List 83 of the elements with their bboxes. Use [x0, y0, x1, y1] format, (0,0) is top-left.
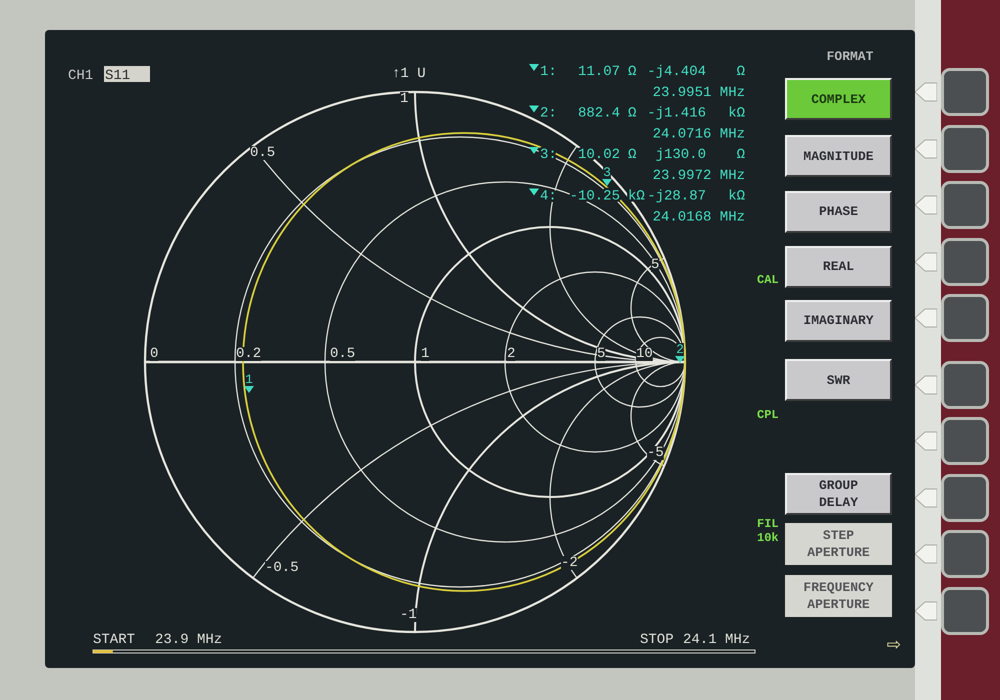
start-label: START	[93, 632, 136, 648]
marker-imag-value: -j1.416	[647, 106, 706, 122]
hardware-key[interactable]	[941, 586, 989, 634]
hardware-key[interactable]	[941, 124, 989, 172]
key-pointer-icon	[915, 486, 937, 508]
marker-unit: kΩ	[628, 188, 645, 204]
marker-real-value: 882.4	[578, 106, 620, 122]
marker-frequency: 23.9972 MHz	[652, 168, 745, 184]
axis-label: 0	[150, 346, 158, 362]
softkey[interactable]: IMAGINARY	[785, 300, 892, 342]
marker-triangle-icon	[529, 64, 539, 71]
marker-label: 2	[676, 342, 684, 357]
scale-label: ↑1 U	[392, 66, 426, 82]
hardware-key[interactable]	[941, 181, 989, 229]
stop-frequency: 24.1 MHz	[683, 632, 750, 648]
marker-number: 2:	[540, 106, 557, 122]
marker-frequency: 24.0168 MHz	[652, 210, 745, 226]
marker-imag-value: -j28.87	[647, 188, 706, 204]
axis-label: -5	[647, 445, 664, 461]
marker-triangle-icon	[602, 179, 612, 186]
axis-label: 1	[421, 346, 430, 362]
marker-label: 3	[603, 165, 611, 180]
axis-label: 5	[597, 346, 606, 362]
marker-triangle-icon	[529, 188, 539, 196]
stop-label: STOP	[640, 632, 674, 648]
marker-triangle-icon	[244, 386, 254, 393]
hardware-key[interactable]	[941, 294, 989, 342]
key-pointer-icon	[915, 543, 937, 565]
axis-label: 2	[507, 346, 516, 362]
marker-unit: Ω	[628, 147, 636, 163]
marker-triangle-icon	[675, 356, 685, 363]
marker-number: 4:	[540, 188, 557, 204]
marker-frequency: 23.9951 MHz	[652, 85, 745, 101]
marker-unit: Ω	[736, 64, 745, 80]
softkey[interactable]: GROUP DELAY	[785, 473, 892, 515]
softkey[interactable]: COMPLEX	[785, 78, 892, 120]
marker-imag-value: -j4.404	[647, 64, 706, 80]
softkey[interactable]: SWR	[785, 359, 892, 401]
softkey[interactable]: PHASE	[785, 190, 892, 232]
marker-unit: kΩ	[728, 106, 745, 122]
marker-unit: kΩ	[728, 188, 745, 204]
menu-title: FORMAT	[826, 48, 874, 66]
axis-label: 10	[636, 346, 653, 362]
marker-number: 1:	[540, 64, 557, 80]
marker-unit: Ω	[628, 64, 636, 80]
axis-label: 0.5	[330, 346, 356, 362]
parameter-label: S11	[105, 68, 130, 84]
status-annotation: 10k	[757, 531, 779, 545]
start-frequency: 23.9 MHz	[155, 632, 222, 648]
channel-label: CH1	[68, 68, 94, 84]
key-pointer-icon	[915, 81, 937, 103]
marker-unit: Ω	[628, 106, 636, 122]
softkey[interactable]: MAGNITUDE	[785, 135, 892, 177]
marker-unit: Ω	[736, 147, 745, 163]
hardware-key[interactable]	[941, 360, 989, 408]
axis-label: -2	[561, 555, 578, 571]
next-page-arrow: ⇨	[886, 635, 901, 655]
key-pointer-icon	[915, 250, 937, 272]
key-pointer-icon	[915, 138, 937, 160]
axis-label: 0.5	[250, 145, 276, 161]
key-pointer-icon	[915, 194, 937, 216]
axis-label: -1	[400, 607, 417, 623]
axis-label: 0.2	[236, 346, 262, 362]
key-pointer-icon	[915, 374, 937, 396]
hardware-key[interactable]	[941, 68, 989, 116]
softkey[interactable]: REAL	[785, 246, 892, 288]
parameter-highlight	[104, 66, 150, 82]
marker-real-value: 11.07	[578, 64, 620, 80]
status-annotation: CPL	[757, 408, 779, 422]
marker-imag-value: j130.0	[656, 147, 706, 163]
hardware-key[interactable]	[941, 530, 989, 578]
key-pointer-icon	[915, 430, 937, 452]
marker-triangle-icon	[529, 106, 539, 112]
marker-triangle-icon	[529, 147, 539, 154]
marker-frequency: 24.0716 MHz	[652, 126, 745, 142]
hardware-key[interactable]	[941, 474, 989, 522]
hardware-key[interactable]	[941, 238, 989, 286]
axis-label: 5	[651, 257, 660, 273]
hardware-key[interactable]	[941, 417, 989, 465]
key-pointer-icon	[915, 307, 937, 329]
status-annotation: FIL	[757, 517, 779, 531]
status-annotation: CAL	[757, 273, 779, 287]
key-pointer-icon	[915, 600, 937, 622]
